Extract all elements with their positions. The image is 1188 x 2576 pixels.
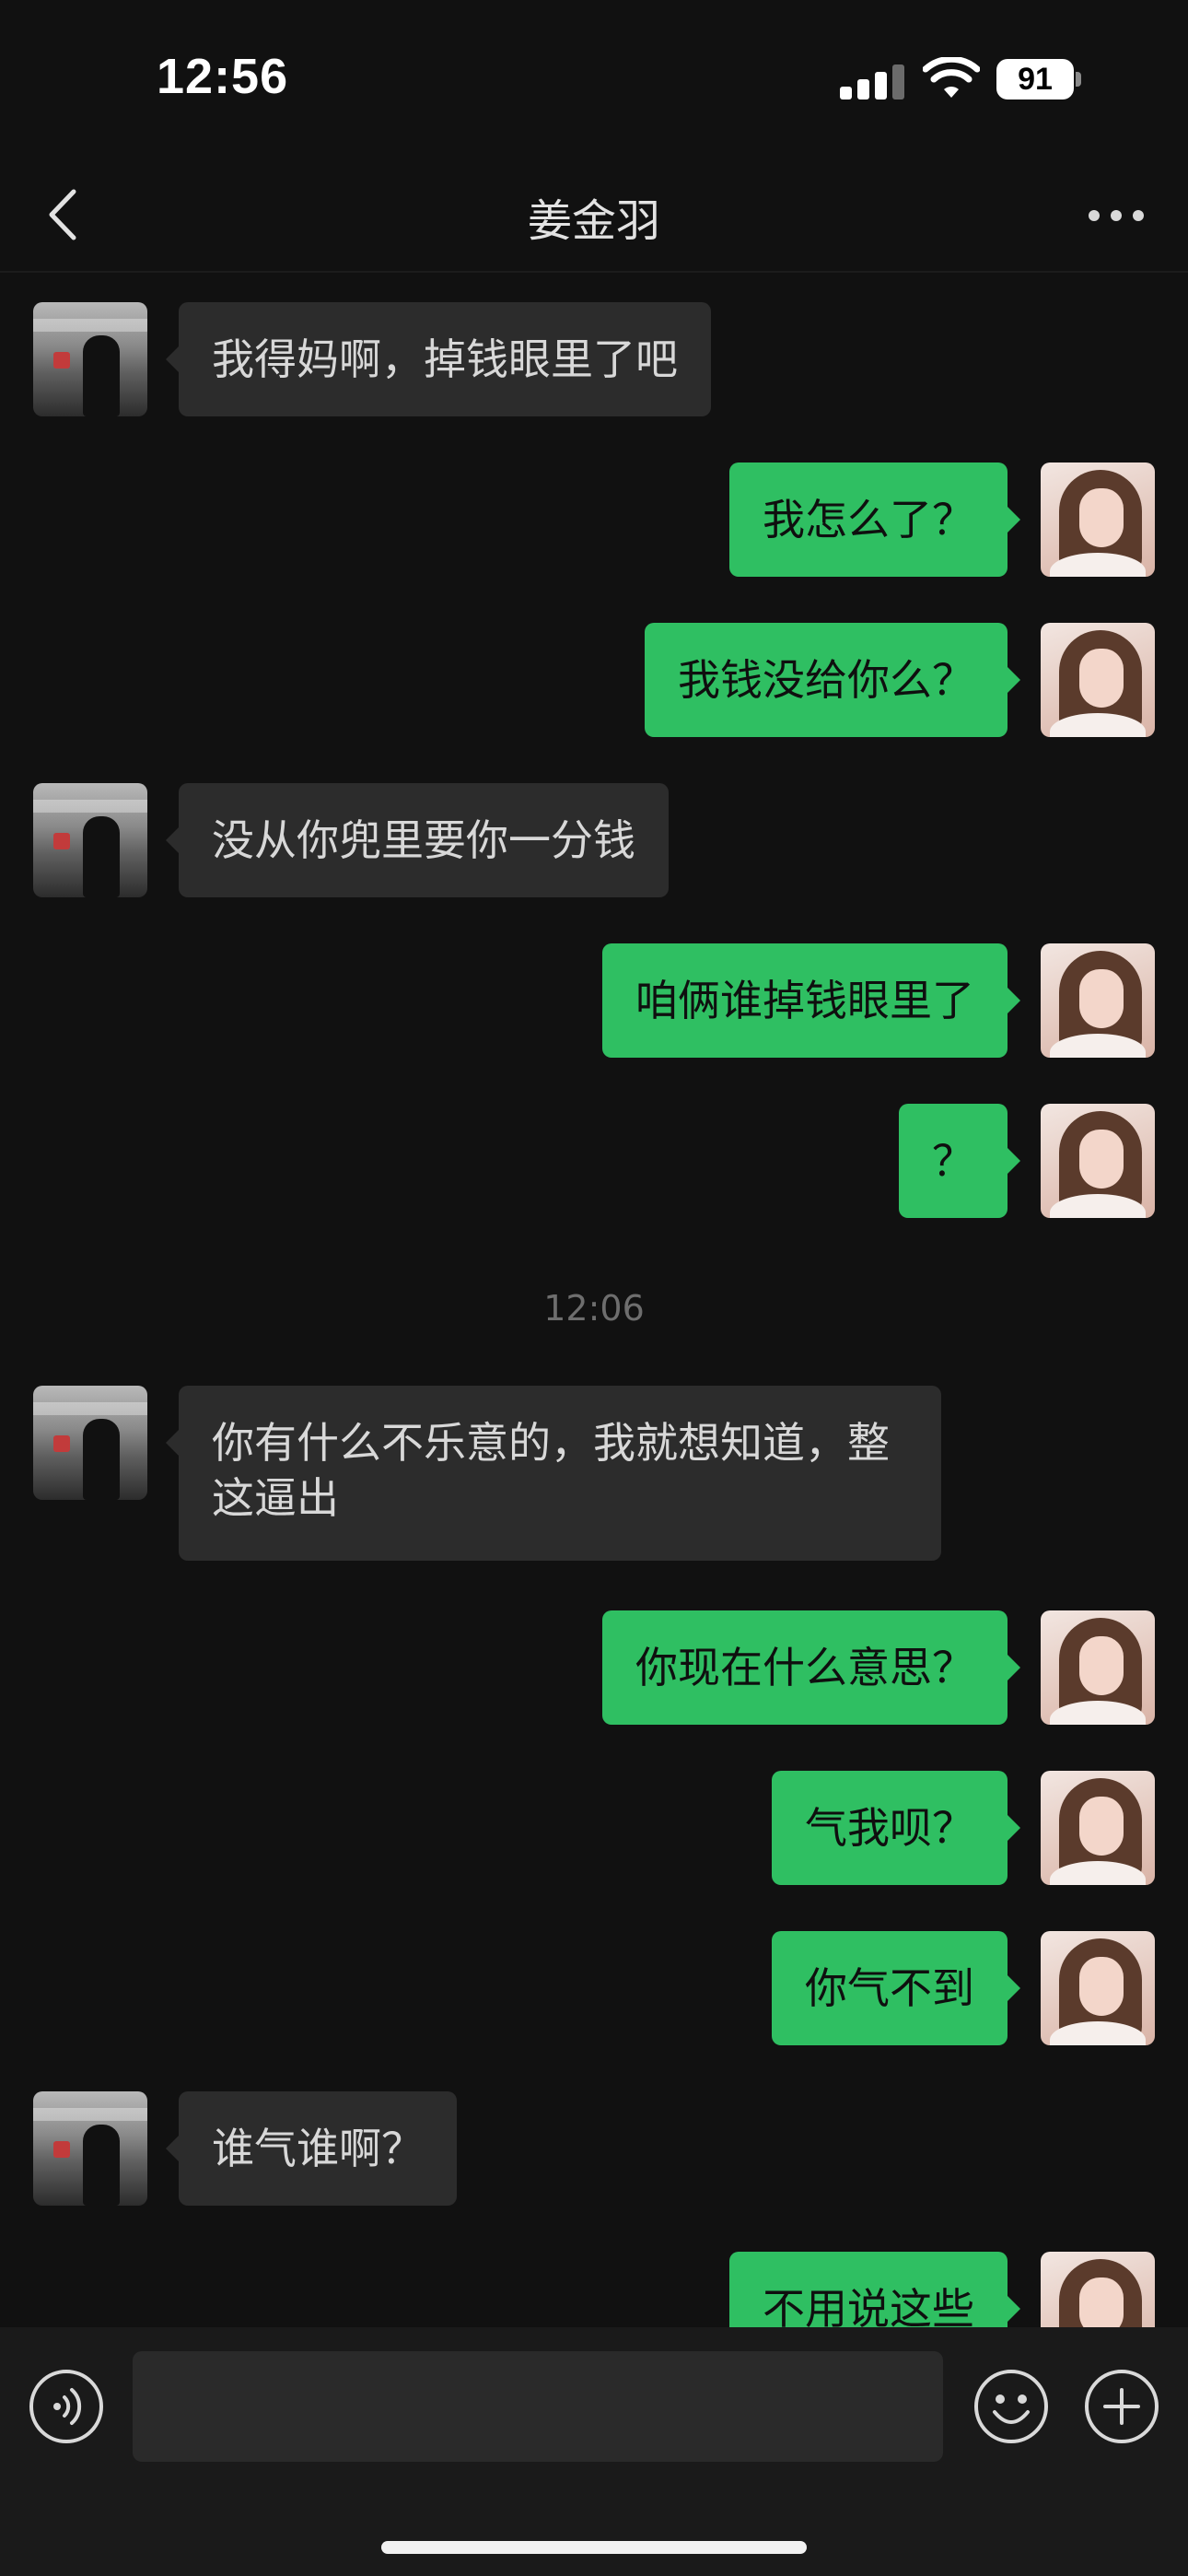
message-input[interactable] <box>133 2351 943 2462</box>
my-avatar[interactable] <box>1041 463 1155 577</box>
nav-bar: 姜金羽 <box>0 157 1188 273</box>
my-avatar[interactable] <box>1041 943 1155 1058</box>
contact-avatar[interactable] <box>33 1386 147 1500</box>
sent-message[interactable]: 你气不到 <box>772 1931 1020 2045</box>
sent-message[interactable]: 气我呗？ <box>772 1771 1020 1885</box>
chat-title: 姜金羽 <box>527 195 660 247</box>
contact-avatar[interactable] <box>33 302 147 416</box>
my-avatar[interactable] <box>1041 1104 1155 1218</box>
sent-message[interactable]: 不用说这些 <box>729 2252 1020 2327</box>
my-avatar[interactable] <box>1041 1931 1155 2045</box>
signal-icon <box>840 64 904 100</box>
sent-message[interactable]: 我钱没给你么？ <box>645 623 1020 737</box>
received-message[interactable]: 没从你兜里要你一分钱 <box>166 783 669 897</box>
status-bar: 12:56 91 <box>0 0 1188 157</box>
time-divider: 12:06 <box>543 1288 645 1329</box>
my-avatar[interactable] <box>1041 1610 1155 1725</box>
more-dots-icon[interactable] <box>1089 197 1144 234</box>
contact-avatar[interactable] <box>33 783 147 897</box>
emoji-icon[interactable] <box>973 2368 1050 2445</box>
sent-message[interactable]: 咱俩谁掉钱眼里了 <box>602 943 1020 1058</box>
status-time: 12:56 <box>157 49 289 104</box>
sent-message[interactable]: 你现在什么意思？ <box>602 1610 1020 1725</box>
my-avatar[interactable] <box>1041 623 1155 737</box>
my-avatar[interactable] <box>1041 1771 1155 1885</box>
battery-level: 91 <box>996 59 1074 100</box>
sent-message[interactable]: 我怎么了？ <box>729 463 1020 577</box>
sent-message[interactable]: ？ <box>899 1104 1020 1218</box>
battery-icon: 91 <box>996 59 1081 100</box>
input-bar <box>0 2327 1188 2576</box>
message-list[interactable]: 我得妈啊，掉钱眼里了吧 我怎么了？ 我钱没给你么？ 没从你兜里要你一分钱 咱俩谁… <box>0 275 1188 2327</box>
voice-icon[interactable] <box>28 2368 105 2445</box>
received-message[interactable]: 你有什么不乐意的，我就想知道，整这逼出 <box>166 1386 941 1561</box>
my-avatar[interactable] <box>1041 2252 1155 2327</box>
received-message[interactable]: 谁气谁啊？ <box>166 2091 457 2206</box>
plus-icon[interactable] <box>1083 2368 1160 2445</box>
wifi-icon <box>923 57 980 98</box>
received-message[interactable]: 我得妈啊，掉钱眼里了吧 <box>166 302 711 416</box>
home-indicator <box>381 2541 807 2554</box>
contact-avatar[interactable] <box>33 2091 147 2206</box>
